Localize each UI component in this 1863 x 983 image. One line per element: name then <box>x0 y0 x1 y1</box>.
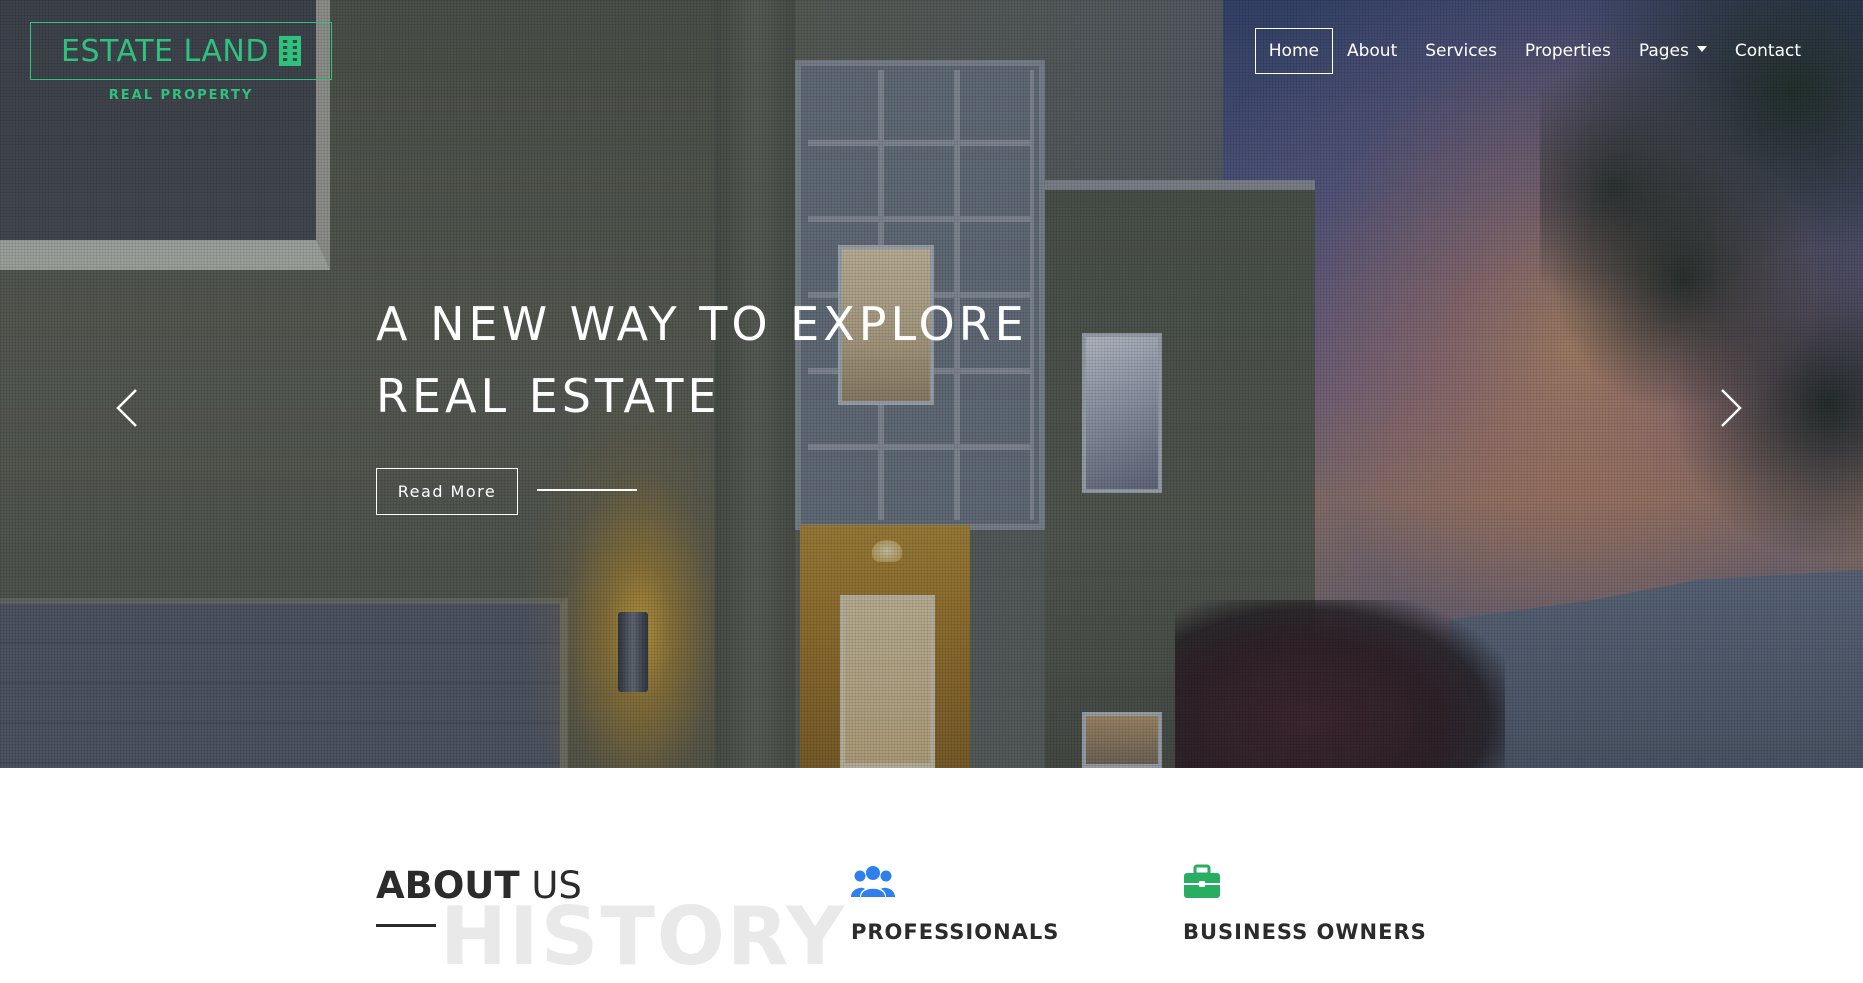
hero-title-line2: REAL ESTATE <box>376 369 721 423</box>
read-more-button[interactable]: Read More <box>376 468 518 515</box>
nav-item-properties[interactable]: Properties <box>1511 28 1625 74</box>
hero-carousel: ESTATE LAND REAL PROPERTY Home About Ser… <box>0 0 1863 768</box>
cta-decorative-line <box>537 489 637 491</box>
nav-item-contact[interactable]: Contact <box>1721 28 1815 74</box>
brand-logo[interactable]: ESTATE LAND <box>30 22 332 80</box>
nav-item-pages[interactable]: Pages <box>1625 28 1721 74</box>
users-icon <box>851 864 895 900</box>
hero-title: A NEW WAY TO EXPLORE REAL ESTATE <box>376 288 1136 432</box>
caret-down-icon <box>1696 46 1707 52</box>
nav-item-home[interactable]: Home <box>1254 28 1333 74</box>
chevron-left-icon <box>116 389 137 427</box>
feature-title-professionals: PROFESSIONALS <box>851 920 1060 944</box>
about-heading-light: US <box>531 864 582 907</box>
nav-item-pages-label: Pages <box>1638 41 1689 61</box>
carousel-next-button[interactable] <box>1712 386 1748 430</box>
chevron-right-icon <box>1721 389 1742 427</box>
hero-title-line1: A NEW WAY TO EXPLORE <box>376 297 1028 351</box>
about-heading: ABOUT US <box>376 864 582 907</box>
main-nav: Home About Services Properties Pages Con… <box>1254 28 1815 74</box>
building-icon <box>278 36 301 66</box>
feature-title-business-owners: BUSINESS OWNERS <box>1183 920 1427 944</box>
about-heading-bold: ABOUT <box>376 864 520 907</box>
brand-tagline: REAL PROPERTY <box>108 88 254 103</box>
nav-item-services[interactable]: Services <box>1411 28 1511 74</box>
brand-name: ESTATE LAND <box>61 33 269 69</box>
about-underline <box>376 924 436 927</box>
briefcase-icon <box>1183 864 1221 900</box>
carousel-prev-button[interactable] <box>110 386 146 430</box>
nav-item-about[interactable]: About <box>1333 28 1411 74</box>
